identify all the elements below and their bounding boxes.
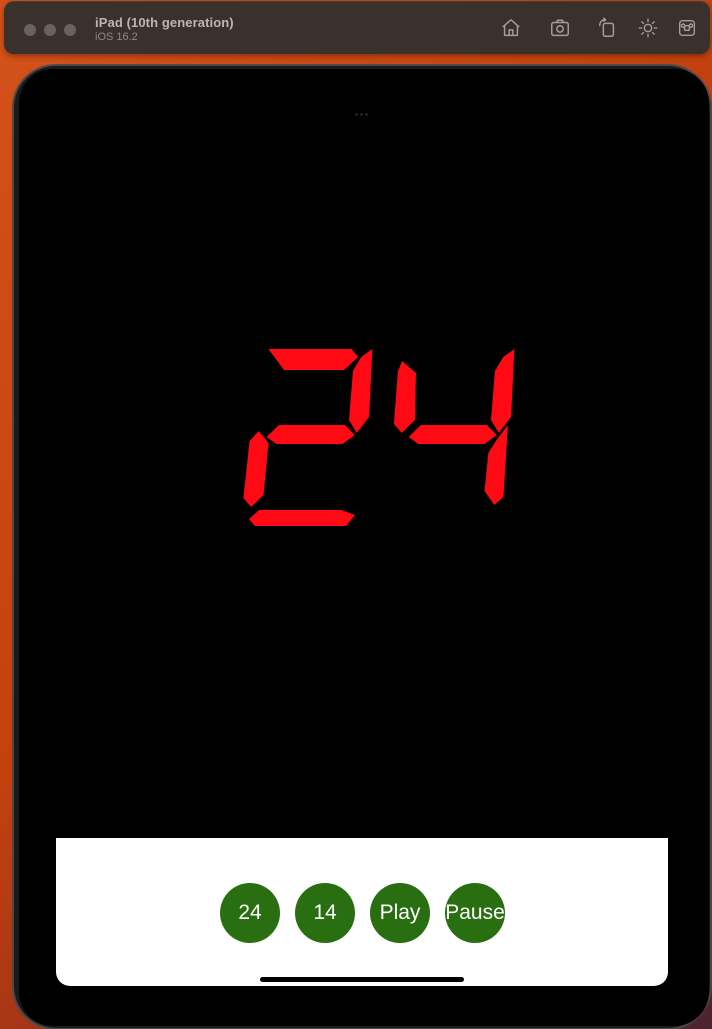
digit-1-segment-d (249, 510, 356, 526)
device-name: iPad (10th generation) (95, 15, 234, 30)
reset-24-button[interactable]: 24 (220, 883, 280, 943)
simulator-title-bar: iPad (10th generation) iOS 16.2 (4, 1, 710, 54)
minimize-window-button[interactable] (44, 24, 56, 36)
digit-2-segment-b (491, 349, 515, 433)
ipad-screen: 24 24 14 Play Pause (19, 69, 709, 1026)
digit-1-segment-a (268, 349, 359, 370)
home-indicator[interactable] (260, 977, 464, 982)
front-camera (355, 113, 369, 116)
play-button[interactable]: Play (370, 883, 430, 943)
keyboard-icon[interactable] (675, 16, 699, 40)
digit-1-segment-e (243, 431, 269, 507)
home-icon[interactable] (499, 16, 523, 40)
digit-1-segment-g (266, 425, 355, 444)
reset-14-button[interactable]: 14 (295, 883, 355, 943)
zoom-window-button[interactable] (64, 24, 76, 36)
pause-button[interactable]: Pause (445, 883, 505, 943)
controls-panel: 24 14 Play Pause (56, 838, 668, 986)
rotate-icon[interactable] (595, 16, 619, 40)
control-buttons: 24 14 Play Pause (220, 883, 505, 943)
screenshot-icon[interactable] (548, 16, 572, 40)
digit-2-segment-g (408, 425, 497, 444)
digit-2-segment-f (393, 361, 416, 433)
os-version: iOS 16.2 (95, 31, 138, 43)
seven-segment-digits (243, 349, 515, 526)
shot-clock-display: 24 (239, 349, 515, 530)
appearance-icon[interactable] (636, 16, 660, 40)
close-window-button[interactable] (24, 24, 36, 36)
